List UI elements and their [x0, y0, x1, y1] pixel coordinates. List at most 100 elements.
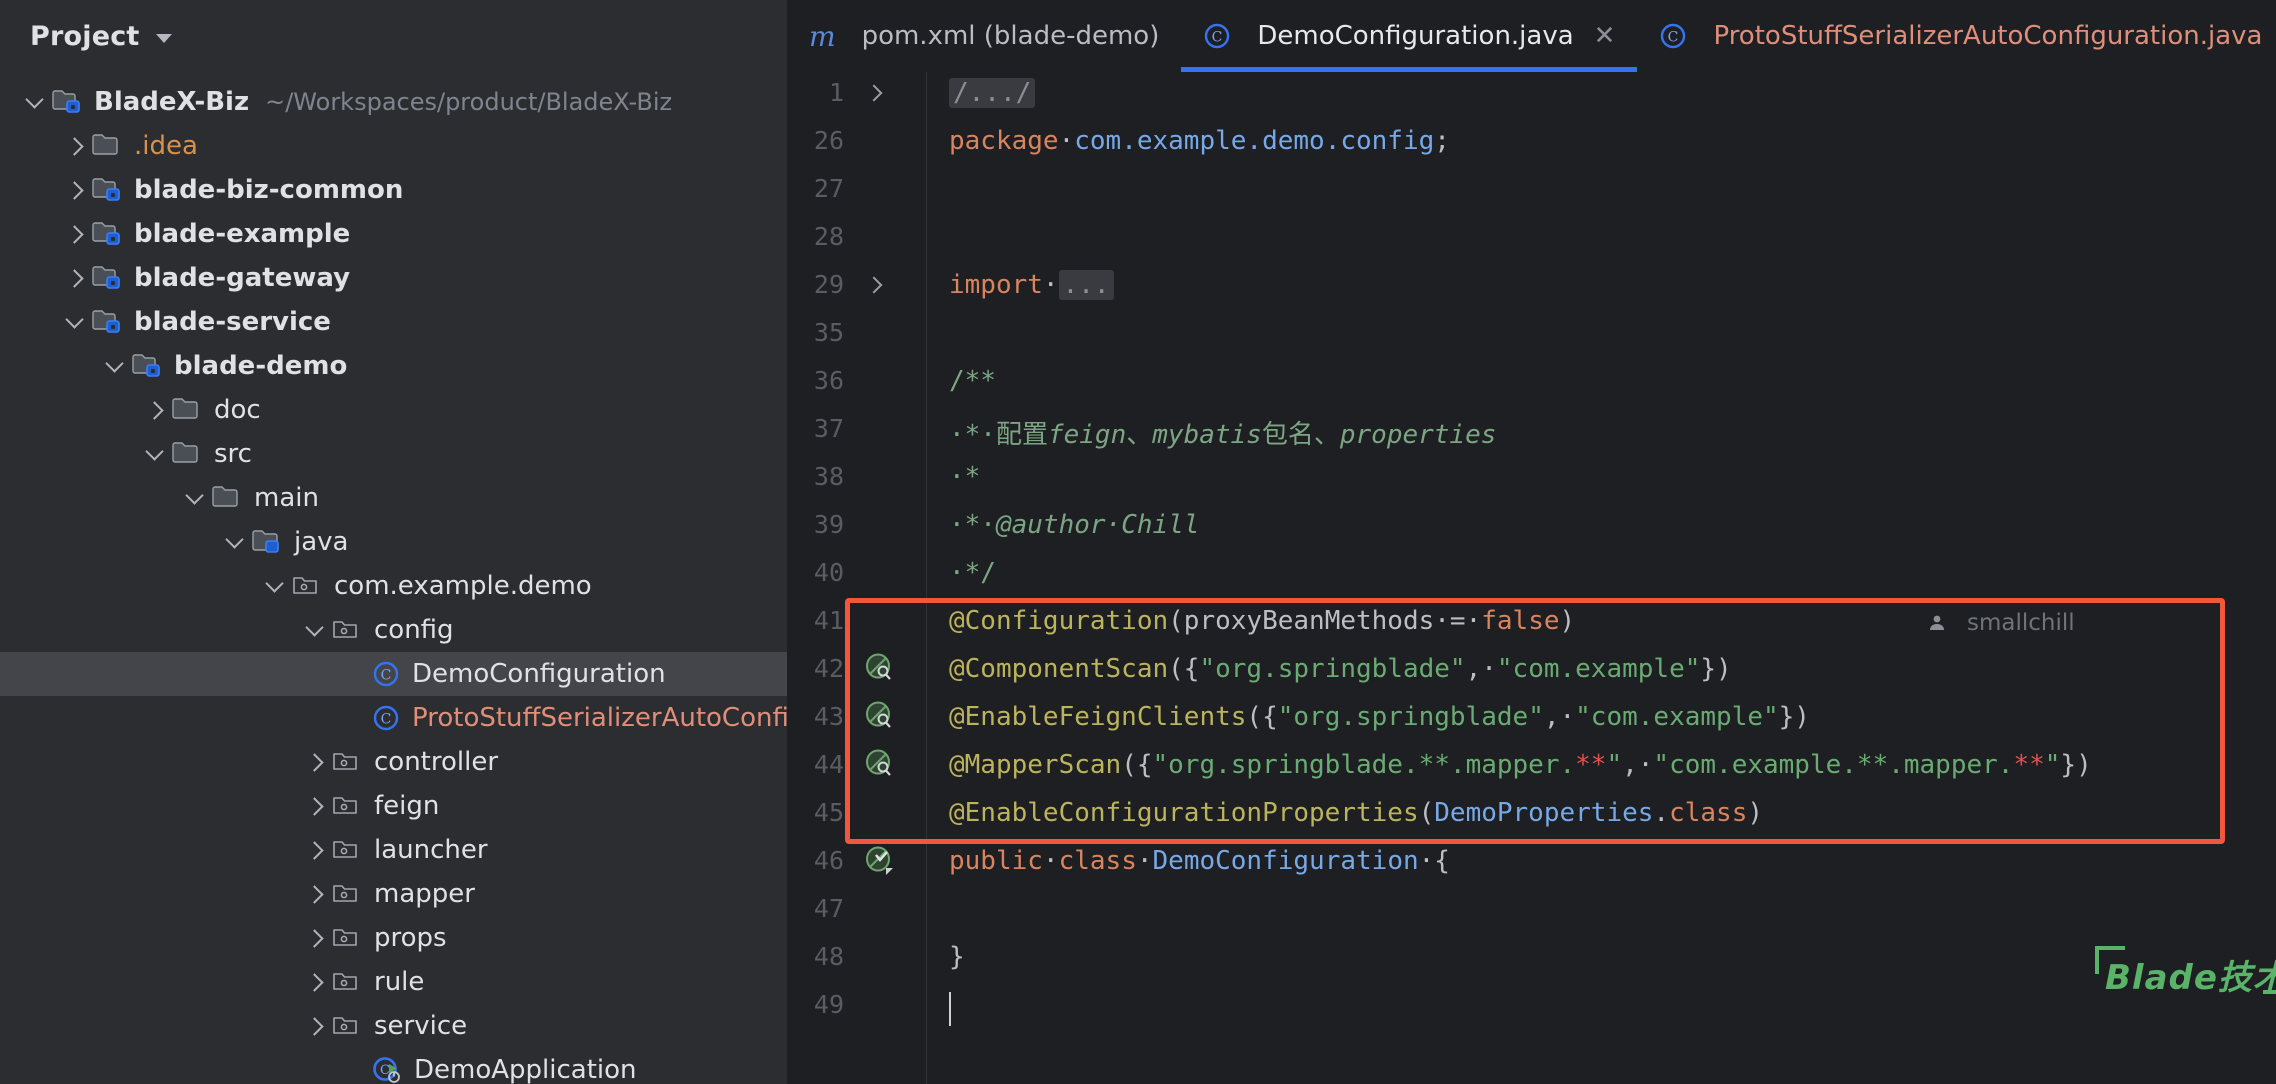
tree-item-java[interactable]: java [0, 520, 787, 564]
tree-item-config[interactable]: config [0, 608, 787, 652]
editor-tab-pom[interactable]: m pom.xml (blade-demo) [787, 0, 1181, 72]
close-icon[interactable]: ✕ [1594, 21, 1616, 51]
line-number: 39 [813, 510, 844, 539]
tree-item-blade-biz-common[interactable]: blade-biz-common [0, 168, 787, 212]
bean-icon[interactable] [864, 748, 898, 782]
tree-item-doc[interactable]: doc [0, 388, 787, 432]
tree-item-props[interactable]: props [0, 916, 787, 960]
code-line[interactable]: import·... [949, 270, 1114, 300]
code-line[interactable]: } [949, 942, 965, 972]
chevron-down-icon[interactable] [142, 441, 168, 467]
bean-icon[interactable] [864, 652, 898, 686]
chevron-right-icon[interactable] [302, 881, 328, 907]
package-icon [292, 573, 322, 599]
line-number: 1 [828, 78, 844, 107]
chevron-down-icon[interactable] [62, 309, 88, 335]
package-icon [332, 749, 362, 775]
fold-expand-icon[interactable] [866, 82, 886, 102]
code-line[interactable]: @EnableConfigurationProperties(DemoPrope… [949, 798, 1763, 828]
code-line[interactable]: package·com.example.demo.config; [949, 126, 1450, 156]
tree-item-controller[interactable]: controller [0, 740, 787, 784]
sidebar-header[interactable]: Project [0, 0, 787, 72]
tree-item-label: blade-gateway [134, 263, 351, 293]
tree-item-mapper[interactable]: mapper [0, 872, 787, 916]
tree-item-demoapplication[interactable]: C DemoApplication [0, 1048, 787, 1084]
code-line[interactable]: @Configuration(proxyBeanMethods·=·false) [949, 606, 1575, 636]
chevron-down-icon[interactable] [302, 617, 328, 643]
chevron-down-icon[interactable] [182, 485, 208, 511]
chevron-right-icon[interactable] [302, 969, 328, 995]
line-number: 28 [813, 222, 844, 251]
tree-item-label: config [374, 615, 454, 645]
tree-item-path: ~/Workspaces/product/BladeX-Biz [265, 88, 673, 116]
chevron-right-icon[interactable] [302, 749, 328, 775]
code-line[interactable]: @EnableFeignClients({"org.springblade",·… [949, 702, 1810, 732]
package-icon [332, 881, 362, 907]
chevron-right-icon[interactable] [62, 265, 88, 291]
tree-item-blade-example[interactable]: blade-example [0, 212, 787, 256]
bean-check-icon[interactable] [864, 844, 898, 878]
chevron-right-icon[interactable] [302, 1013, 328, 1039]
chevron-down-icon[interactable] [102, 353, 128, 379]
chevron-down-icon[interactable] [222, 529, 248, 555]
tree-item-idea[interactable]: .idea [0, 124, 787, 168]
line-number: 47 [813, 894, 844, 923]
code-line[interactable]: public·class·DemoConfiguration·{ [949, 846, 1450, 876]
module-folder-icon [52, 89, 82, 115]
ide-window: Project BladeX-Biz ~/Workspaces/product/B… [0, 0, 2276, 1084]
tree-item-label: DemoConfiguration [412, 659, 666, 689]
fold-expand-icon[interactable] [866, 274, 886, 294]
package-icon [332, 969, 362, 995]
folder-icon [212, 485, 242, 511]
package-icon [332, 925, 362, 951]
editor-tab-protostuffserializerautoconfiguration[interactable]: C ProtoStuffSerializerAutoConfiguration.j… [1637, 0, 2276, 72]
tree-item-feign[interactable]: feign [0, 784, 787, 828]
bean-icon[interactable] [864, 700, 898, 734]
inline-author-label: smallchill [1967, 610, 2075, 636]
line-number: 37 [813, 414, 844, 443]
java-class-icon: C [1659, 22, 1687, 50]
chevron-right-icon[interactable] [302, 837, 328, 863]
code-line[interactable]: ·* [949, 462, 980, 492]
chevron-down-icon[interactable] [155, 33, 172, 43]
tree-item-src[interactable]: src [0, 432, 787, 476]
tree-item-launcher[interactable]: launcher [0, 828, 787, 872]
tree-item-blade-demo[interactable]: blade-demo [0, 344, 787, 388]
chevron-right-icon[interactable] [62, 177, 88, 203]
tree-item-blade-service[interactable]: blade-service [0, 300, 787, 344]
tree-item-protostuffserializerautoconfi[interactable]: C ProtoStuffSerializerAutoConfi [0, 696, 787, 740]
tree-item-com-example-demo[interactable]: com.example.demo [0, 564, 787, 608]
tree-item-main[interactable]: main [0, 476, 787, 520]
bean-check-icon [864, 844, 896, 876]
tree-item-democonfiguration[interactable]: C DemoConfiguration [0, 652, 787, 696]
code-pane[interactable]: /.../ package·com.example.demo.config; imp… [927, 72, 2276, 1084]
tree-item-label: com.example.demo [334, 571, 592, 601]
tree-item-service[interactable]: service [0, 1004, 787, 1048]
code-line[interactable]: /.../ [949, 78, 1036, 108]
line-number: 43 [813, 702, 844, 731]
tree-item-blade-gateway[interactable]: blade-gateway [0, 256, 787, 300]
code-line[interactable]: ·*·@author·Chill [949, 510, 1199, 540]
tree-item-label: java [294, 527, 349, 557]
code-line[interactable]: @ComponentScan({"org.springblade",·"com.… [949, 654, 1732, 684]
inline-author-hint: smallchill [1927, 610, 2075, 636]
code-line[interactable]: ·*·配置feign、mybatis包名、properties [949, 414, 1496, 451]
chevron-down-icon[interactable] [262, 573, 288, 599]
chevron-right-icon[interactable] [302, 925, 328, 951]
code-line[interactable]: ·*/ [949, 558, 996, 588]
chevron-right-icon[interactable] [62, 133, 88, 159]
chevron-right-icon[interactable] [142, 397, 168, 423]
code-line[interactable]: @MapperScan({"org.springblade.**.mapper.… [949, 750, 2092, 780]
editor-tab-democonfiguration[interactable]: C DemoConfiguration.java ✕ [1181, 0, 1638, 72]
tree-item-bladex-biz[interactable]: BladeX-Biz ~/Workspaces/product/BladeX-Bi… [0, 80, 787, 124]
chevron-down-icon[interactable] [22, 89, 48, 115]
chevron-right-icon[interactable] [302, 793, 328, 819]
editor-gutter[interactable]: 1 26 27 28 29 35 36 37 38 39 40 41 42 43 44 45 46 47 4… [787, 72, 927, 1084]
code-line[interactable]: /** [949, 366, 996, 396]
project-sidebar: Project BladeX-Biz ~/Workspaces/product/B… [0, 0, 787, 1084]
chevron-right-icon[interactable] [62, 221, 88, 247]
tree-item-rule[interactable]: rule [0, 960, 787, 1004]
